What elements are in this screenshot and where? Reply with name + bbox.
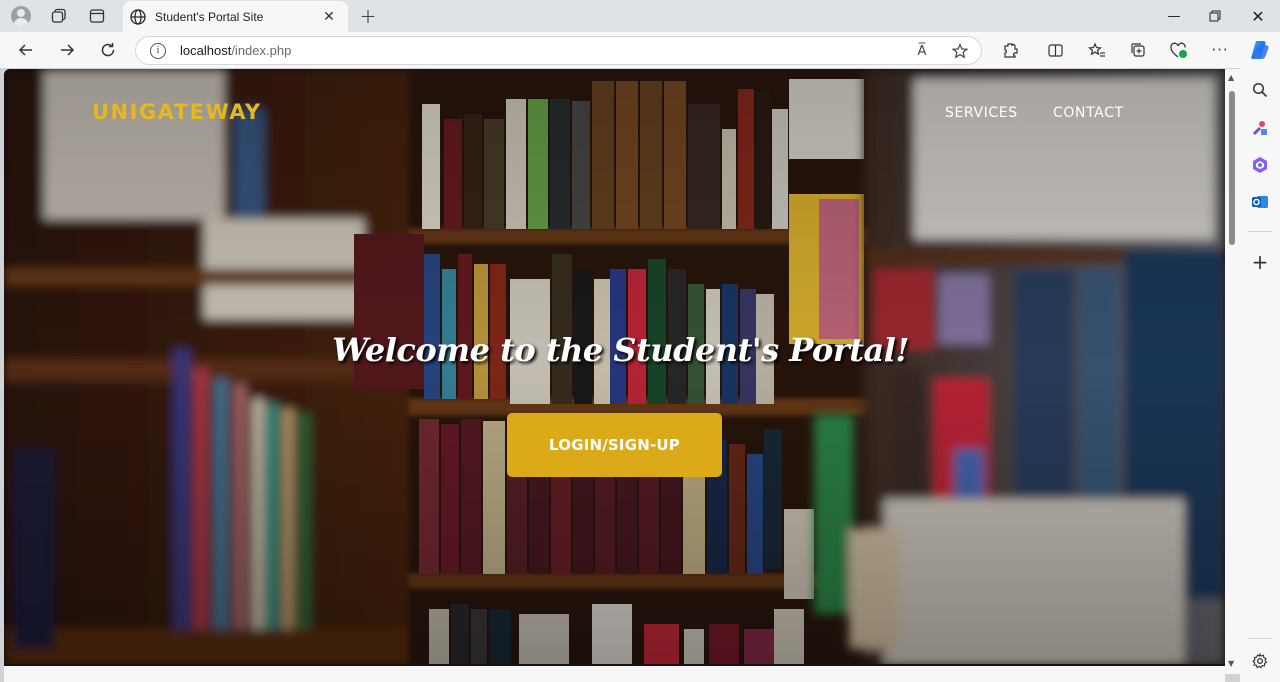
globe-icon bbox=[130, 8, 146, 25]
favorite-star-icon[interactable] bbox=[948, 39, 972, 63]
page-viewport: UNIGATEWAY SERVICES CONTACT Welcome to t… bbox=[4, 69, 1225, 666]
split-screen-icon[interactable] bbox=[1041, 37, 1069, 63]
collections-icon[interactable] bbox=[1124, 37, 1152, 63]
refresh-icon[interactable] bbox=[94, 37, 122, 63]
extensions-icon[interactable] bbox=[996, 37, 1024, 63]
search-icon[interactable] bbox=[1250, 80, 1270, 100]
settings-icon[interactable] bbox=[1250, 651, 1270, 671]
site-brand-logo[interactable]: UNIGATEWAY bbox=[92, 100, 262, 124]
scrollbar-thumb[interactable] bbox=[1229, 91, 1235, 245]
close-icon[interactable]: ✕ bbox=[320, 8, 338, 26]
nav-contact-link[interactable]: CONTACT bbox=[1053, 105, 1124, 121]
page-scrollbar[interactable]: ▲ ▼ bbox=[1225, 69, 1240, 674]
url-host: localhost bbox=[180, 43, 232, 58]
favorites-icon[interactable] bbox=[1083, 37, 1111, 63]
url-path: /index.php bbox=[231, 43, 292, 58]
minimize-icon[interactable]: — bbox=[1152, 0, 1196, 32]
tools-icon[interactable] bbox=[1250, 118, 1270, 138]
back-icon[interactable] bbox=[12, 37, 40, 63]
window-bottom-border bbox=[4, 666, 1225, 682]
scroll-up-icon[interactable]: ▲ bbox=[1228, 73, 1234, 82]
tab-title: Student's Portal Site bbox=[155, 9, 264, 24]
office-icon[interactable] bbox=[1250, 155, 1270, 175]
more-icon[interactable]: ··· bbox=[1206, 37, 1234, 63]
active-tab[interactable]: Student's Portal Site ✕ bbox=[123, 1, 348, 32]
workspaces-button[interactable] bbox=[45, 4, 73, 28]
window-close-icon[interactable]: ✕ bbox=[1236, 0, 1280, 32]
tab-actions-icon bbox=[89, 9, 105, 23]
workspaces-icon bbox=[51, 8, 66, 23]
address-bar[interactable]: i localhost/index.php A̅ bbox=[135, 36, 982, 65]
hero-heading: Welcome to the Student's Portal! bbox=[332, 331, 909, 369]
login-signup-button[interactable]: LOGIN/SIGN-UP bbox=[507, 413, 722, 477]
maximize-icon[interactable] bbox=[1193, 0, 1237, 32]
profile-icon bbox=[11, 6, 31, 26]
add-icon[interactable]: + bbox=[1250, 250, 1270, 274]
forward-icon[interactable] bbox=[53, 37, 81, 63]
browser-toolbar: i localhost/index.php A̅ ··· bbox=[0, 32, 1280, 68]
scroll-down-icon[interactable]: ▼ bbox=[1228, 659, 1234, 668]
nav-services-link[interactable]: SERVICES bbox=[945, 105, 1018, 121]
sidebar-divider bbox=[1248, 231, 1272, 232]
profile-button[interactable] bbox=[7, 4, 35, 28]
tab-actions-button[interactable] bbox=[83, 4, 111, 28]
address-url: localhost/index.php bbox=[180, 43, 291, 58]
edge-sidebar: + bbox=[1240, 68, 1280, 682]
browser-essentials-icon[interactable] bbox=[1165, 37, 1193, 63]
site-info-icon[interactable]: i bbox=[150, 42, 166, 59]
tab-strip: Student's Portal Site ✕ + — ✕ bbox=[0, 0, 1280, 32]
sidebar-divider bbox=[1248, 638, 1272, 639]
copilot-icon[interactable] bbox=[1246, 37, 1274, 63]
outlook-icon[interactable] bbox=[1250, 192, 1270, 212]
read-aloud-icon[interactable]: A̅ bbox=[910, 39, 934, 63]
new-tab-icon[interactable]: + bbox=[354, 4, 382, 28]
